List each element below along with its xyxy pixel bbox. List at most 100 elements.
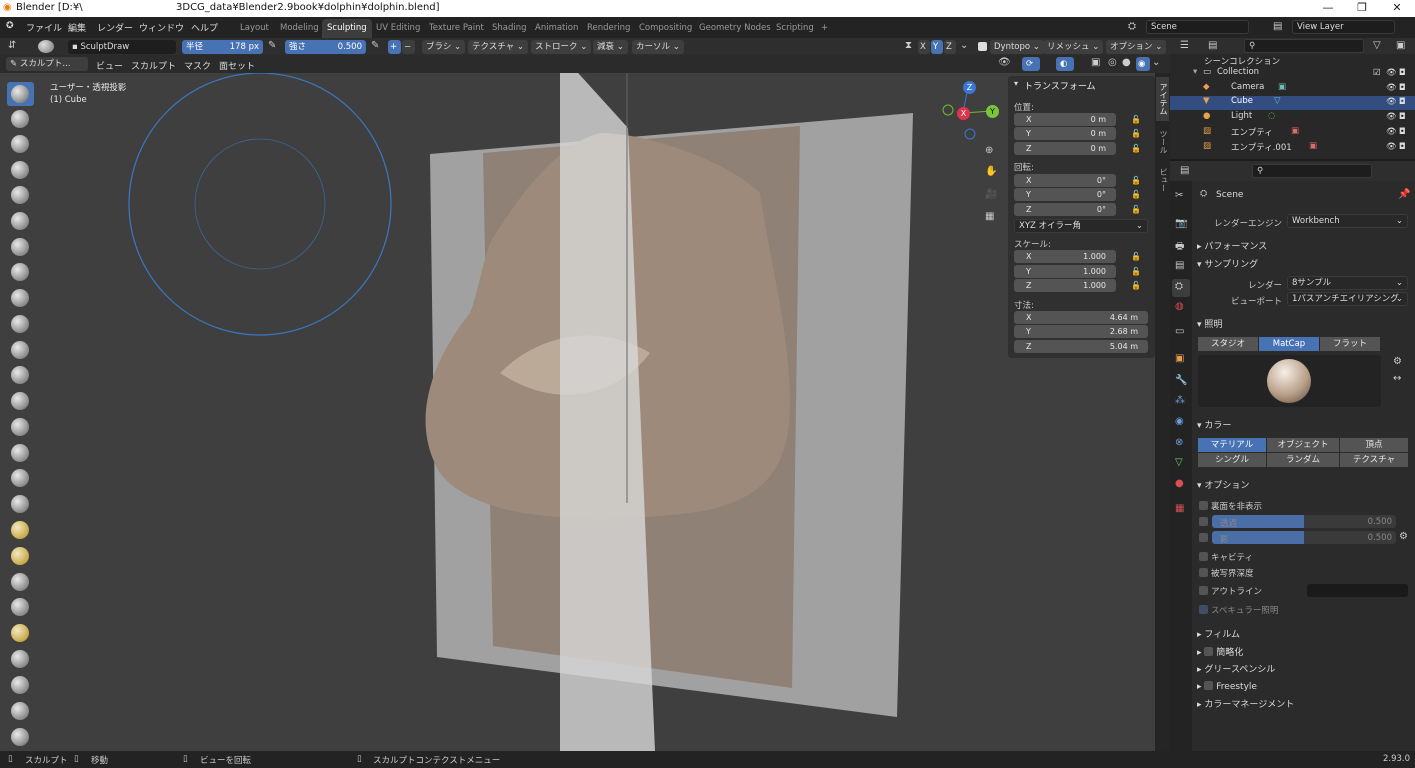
mirror-x-button[interactable]: X	[918, 40, 930, 54]
grease-pencil-panel-header[interactable]: ▸ グリースペンシル	[1197, 662, 1275, 675]
performance-panel-header[interactable]: ▸ パフォーマンス	[1197, 239, 1267, 252]
close-button[interactable]: ✕	[1379, 0, 1415, 17]
solid-shading-icon[interactable]: ●	[1122, 57, 1131, 68]
brush-preview-icon[interactable]	[38, 40, 54, 53]
particles-tab-icon[interactable]: ⁂	[1175, 395, 1185, 406]
render-camera-icon[interactable]: ◘	[1399, 97, 1406, 107]
pinch-brush-icon[interactable]	[11, 444, 29, 462]
lock-icon[interactable]: 🔓	[1131, 129, 1141, 138]
lock-icon[interactable]: 🔓	[1131, 267, 1141, 276]
wireframe-shading-icon[interactable]: ◎	[1108, 57, 1117, 68]
simplify-panel-header[interactable]: ▸ 簡略化	[1197, 645, 1243, 658]
remesh-menu[interactable]: リメッシュ ⌄	[1043, 40, 1104, 54]
tab-sculpting[interactable]: Sculpting	[322, 19, 372, 38]
render-tab-icon[interactable]: 📷	[1175, 218, 1187, 229]
mirror-y-button[interactable]: Y	[931, 40, 943, 54]
mask-brush-icon[interactable]	[11, 728, 29, 746]
expand-arrow-icon[interactable]: ▾	[1193, 67, 1197, 77]
world-tab-icon[interactable]: ◍	[1175, 301, 1184, 312]
editor-type-icon[interactable]: ⇵	[8, 40, 16, 51]
gizmo-neg-z[interactable]	[964, 128, 976, 140]
eye-icon[interactable]: 👁	[1386, 68, 1397, 78]
scene-selector[interactable]: Scene	[1146, 20, 1249, 34]
outliner-editor-icon[interactable]: ☰	[1180, 40, 1189, 51]
render-samples-dropdown[interactable]: 8サンプル ⌄	[1287, 276, 1408, 290]
outliner-row-empty[interactable]: ▨ エンプティ ▣	[1170, 126, 1415, 140]
tab-texture-paint[interactable]: Texture Paint	[424, 19, 489, 38]
shadow-slider[interactable]: 影 0.500	[1212, 531, 1396, 544]
properties-editor-icon[interactable]: ▤	[1180, 165, 1189, 176]
shadow-checkbox[interactable]	[1199, 533, 1208, 542]
menu-window[interactable]: ウィンドウ	[139, 21, 184, 34]
lighting-panel-header[interactable]: ▾ 照明	[1197, 317, 1222, 330]
dyntopo-checkbox[interactable]	[978, 42, 987, 51]
freestyle-checkbox[interactable]	[1204, 681, 1214, 690]
specular-checkbox[interactable]	[1199, 605, 1208, 614]
matcap-preview[interactable]	[1198, 355, 1381, 407]
transform-header[interactable]: トランスフォーム	[1024, 79, 1096, 92]
tool-tab-icon[interactable]: ✂	[1175, 190, 1183, 201]
render-camera-icon[interactable]: ◘	[1399, 127, 1406, 137]
render-engine-dropdown[interactable]: Workbench ⌄	[1287, 214, 1408, 228]
location-x-field[interactable]: X0 m	[1014, 113, 1116, 126]
options-menu[interactable]: オプション ⌄	[1106, 40, 1167, 54]
xray-slider[interactable]: 透過 0.500	[1212, 515, 1396, 528]
color-texture-button[interactable]: テクスチャ	[1340, 453, 1408, 467]
outliner-row-camera[interactable]: ◆ Camera ▣	[1170, 82, 1415, 96]
3d-viewport[interactable]: X Y Z ユーザー・透視投影 (1) Cube ⊕ ✋ 🎥 ▦	[0, 73, 1155, 751]
scene-collection-label[interactable]: シーンコレクション	[1204, 55, 1280, 67]
eye-icon[interactable]: 👁	[1386, 83, 1397, 93]
mirror-z-button[interactable]: Z	[944, 40, 956, 54]
simplify-brush-icon[interactable]	[11, 702, 29, 720]
options-panel-header[interactable]: ▾ オプション	[1197, 478, 1249, 491]
gear-icon[interactable]: ⚙	[1393, 356, 1402, 367]
render-camera-icon[interactable]: ◘	[1399, 142, 1406, 152]
mode-selector[interactable]: ✎ スカルプト...	[6, 57, 88, 71]
menu-render[interactable]: レンダー	[97, 21, 133, 34]
menu-face-sets[interactable]: 面セット	[219, 59, 255, 72]
scale-x-field[interactable]: X 1.000	[1014, 250, 1116, 263]
pose-brush-icon[interactable]	[11, 573, 29, 591]
tab-uv-editing[interactable]: UV Editing	[371, 19, 425, 38]
pen-pressure-radius-icon[interactable]: ✎	[268, 40, 276, 51]
blob-brush-icon[interactable]	[11, 263, 29, 281]
slide-relax-brush-icon[interactable]	[11, 650, 29, 668]
viewport-aa-dropdown[interactable]: 1パスアンチエイリアシング ⌄	[1287, 292, 1408, 306]
gizmo-toggle-icon[interactable]: ⟳	[1022, 57, 1040, 71]
flip-icon[interactable]: ↔	[1393, 373, 1401, 384]
pin-icon[interactable]: 📌	[1398, 189, 1410, 200]
fill-brush-icon[interactable]	[11, 366, 29, 384]
xray-checkbox[interactable]	[1199, 517, 1208, 526]
texture-menu[interactable]: テクスチャ ⌄	[468, 40, 528, 54]
thumb-brush-icon[interactable]	[11, 547, 29, 565]
eye-icon[interactable]: 👁	[1386, 112, 1397, 122]
gizmo-x-axis[interactable]: X	[957, 107, 970, 120]
tab-animation[interactable]: Animation	[530, 19, 583, 38]
gizmo-y-axis[interactable]: Y	[986, 105, 999, 118]
constraints-tab-icon[interactable]: ⊗	[1175, 437, 1183, 448]
brush-name-field[interactable]: ▪ SculptDraw	[68, 40, 176, 54]
material-shading-icon[interactable]: ◉	[1136, 57, 1150, 71]
camera-view-icon[interactable]: 🎥	[985, 189, 997, 200]
object-tab-icon[interactable]: ▣	[1175, 353, 1184, 364]
brush-menu[interactable]: ブラシ ⌄	[422, 40, 466, 54]
color-random-button[interactable]: ランダム	[1267, 453, 1339, 467]
menu-sculpt[interactable]: スカルプト	[131, 59, 176, 72]
lighting-flat-button[interactable]: フラット	[1320, 337, 1380, 351]
film-panel-header[interactable]: ▸ フィルム	[1197, 627, 1240, 640]
strength-field[interactable]: 強さ 0.500	[285, 40, 366, 54]
minimize-button[interactable]: —	[1310, 0, 1346, 17]
menu-view[interactable]: ビュー	[96, 59, 123, 72]
lock-icon[interactable]: 🔓	[1131, 144, 1141, 153]
lighting-matcap-button[interactable]: MatCap	[1259, 337, 1319, 351]
collection-tab-icon[interactable]: ▭	[1175, 326, 1184, 337]
tab-rendering[interactable]: Rendering	[582, 19, 635, 38]
dyntopo-menu[interactable]: Dyntopo ⌄	[990, 40, 1044, 54]
lighting-studio-button[interactable]: スタジオ	[1198, 337, 1258, 351]
color-vertex-button[interactable]: 頂点	[1340, 438, 1408, 452]
eye-icon[interactable]: 👁	[1386, 142, 1397, 152]
subtract-direction-button[interactable]: −	[402, 40, 415, 54]
color-single-button[interactable]: シングル	[1198, 453, 1266, 467]
color-material-button[interactable]: マテリアル	[1198, 438, 1266, 452]
cloth-brush-icon[interactable]	[11, 676, 29, 694]
